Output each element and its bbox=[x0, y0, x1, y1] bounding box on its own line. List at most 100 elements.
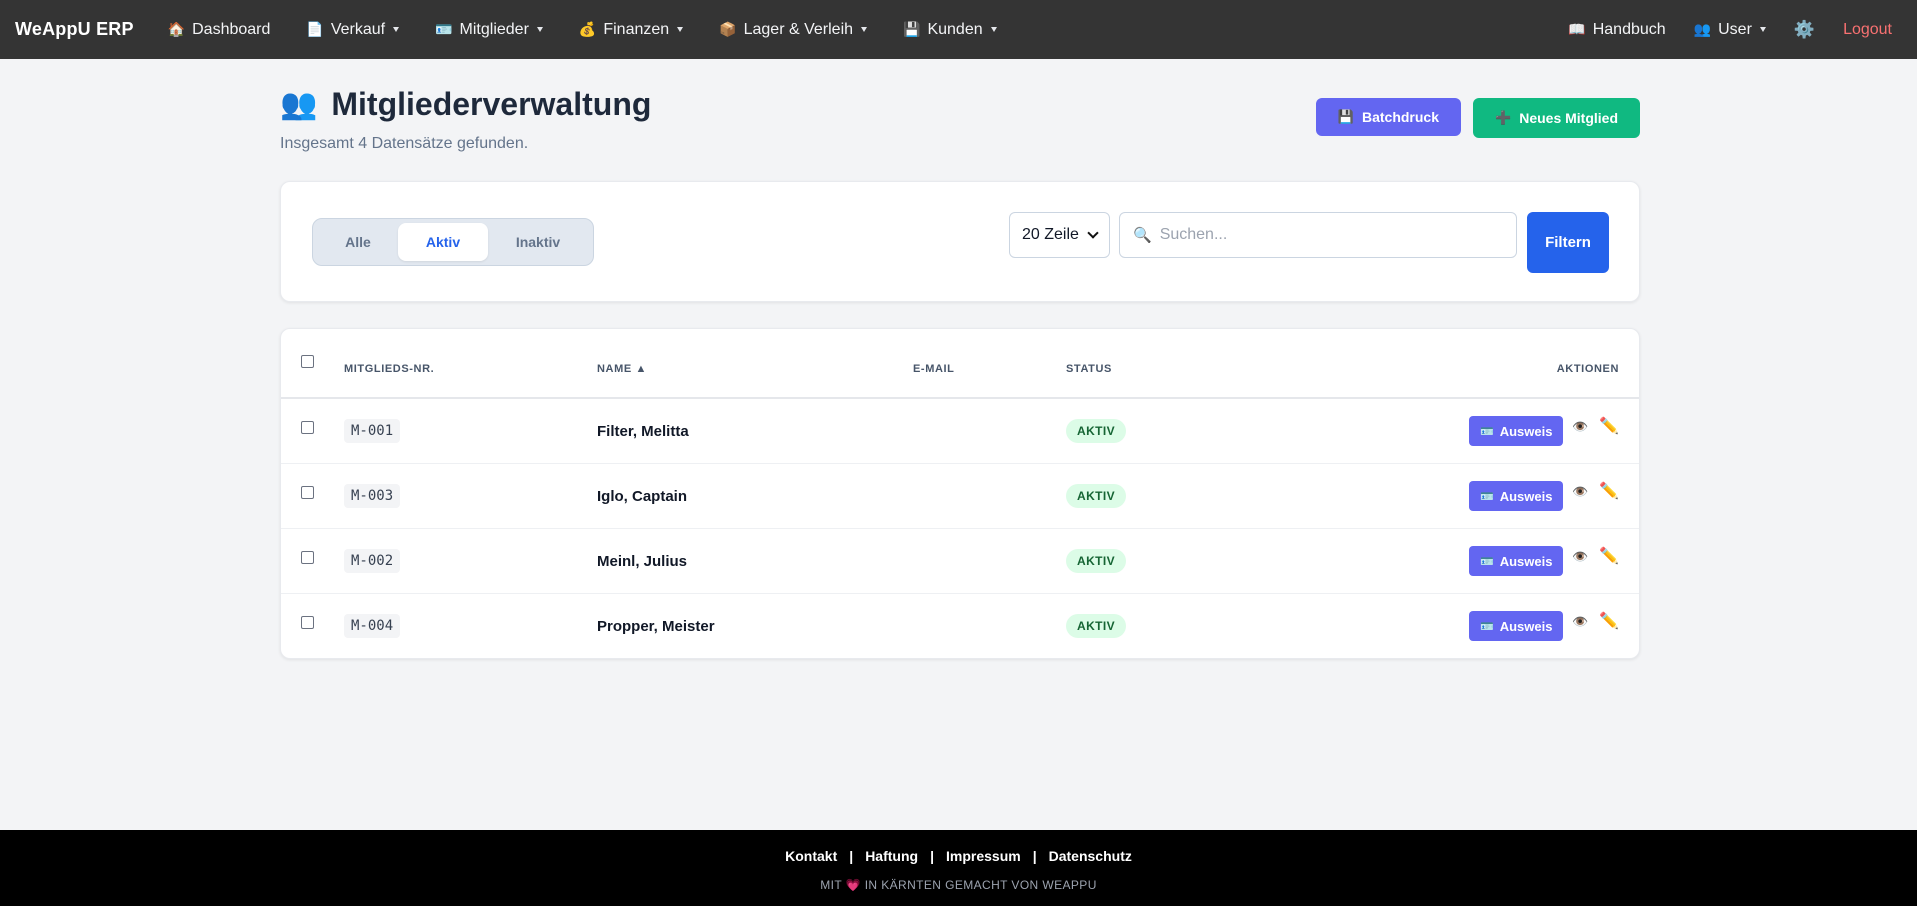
eye-icon[interactable]: 👁️ bbox=[1572, 484, 1588, 500]
id-card-icon: 🪪 bbox=[435, 21, 453, 37]
member-number: M-004 bbox=[344, 614, 401, 638]
caret-down-icon bbox=[536, 27, 543, 32]
nav-lager-verleih[interactable]: 📦 Lager & Verleih bbox=[719, 21, 868, 39]
filter-card: Alle Aktiv Inaktiv 20 Zeile 🔍 Filtern bbox=[280, 181, 1640, 302]
button-label: Neues Mitglied bbox=[1519, 110, 1618, 126]
id-card-button[interactable]: 🪪 Ausweis bbox=[1469, 416, 1564, 446]
table-row: M-004 Propper, Meister AKTIV 🪪 Ausweis 👁… bbox=[281, 594, 1639, 658]
button-label: Ausweis bbox=[1499, 488, 1553, 504]
tab-all[interactable]: Alle bbox=[318, 223, 398, 261]
page-header: 👥 Mitgliederverwaltung Insgesamt 4 Daten… bbox=[280, 86, 1640, 156]
eye-icon[interactable]: 👁️ bbox=[1572, 419, 1588, 435]
footer-link-liability[interactable]: Haftung bbox=[865, 848, 918, 864]
pencil-icon[interactable]: ✏️ bbox=[1599, 611, 1619, 631]
nav-label: Mitglieder bbox=[459, 20, 529, 38]
row-checkbox[interactable] bbox=[301, 616, 314, 629]
column-status[interactable]: STATUS bbox=[1066, 363, 1112, 375]
column-member-no[interactable]: MITGLIEDS-NR. bbox=[344, 363, 434, 375]
floppy-disk-icon: 💾 bbox=[903, 21, 921, 37]
id-card-icon: 🪪 bbox=[1480, 490, 1494, 503]
credit-prefix: MIT bbox=[820, 878, 842, 892]
row-checkbox[interactable] bbox=[301, 551, 314, 564]
eye-icon[interactable]: 👁️ bbox=[1572, 614, 1588, 630]
document-icon: 📄 bbox=[306, 21, 324, 37]
column-email[interactable]: E-MAIL bbox=[913, 363, 954, 375]
row-checkbox[interactable] bbox=[301, 421, 314, 434]
search-input[interactable] bbox=[1159, 226, 1500, 244]
nav-user[interactable]: 👥 User bbox=[1694, 21, 1766, 39]
brand-logo[interactable]: WeAppU ERP bbox=[15, 19, 134, 40]
new-member-button[interactable]: ➕ Neues Mitglied bbox=[1473, 98, 1640, 138]
rows-per-page-select[interactable]: 20 Zeile bbox=[1009, 212, 1110, 258]
floppy-disk-icon: 💾 bbox=[1337, 109, 1354, 124]
nav-kunden[interactable]: 💾 Kunden bbox=[903, 21, 997, 39]
table-header: MITGLIEDS-NR. NAME ▲ E-MAIL STATUS AKTIO… bbox=[281, 329, 1639, 399]
caret-down-icon bbox=[1759, 27, 1766, 32]
row-checkbox[interactable] bbox=[301, 486, 314, 499]
button-label: Ausweis bbox=[1499, 553, 1553, 569]
home-icon: 🏠 bbox=[167, 21, 186, 37]
nav-finanzen[interactable]: 💰 Finanzen bbox=[578, 20, 684, 39]
credit-suffix: IN KÄRNTEN GEMACHT VON WEAPPU bbox=[864, 878, 1097, 892]
status-badge: AKTIV bbox=[1066, 549, 1126, 573]
nav-mitglieder[interactable]: 🪪 Mitglieder bbox=[435, 21, 543, 39]
caret-down-icon bbox=[861, 27, 868, 32]
member-number: M-003 bbox=[344, 484, 401, 508]
pencil-icon[interactable]: ✏️ bbox=[1599, 546, 1619, 566]
id-card-button[interactable]: 🪪 Ausweis bbox=[1469, 546, 1564, 576]
logout-link[interactable]: Logout bbox=[1843, 21, 1892, 39]
nav-dashboard[interactable]: 🏠 Dashboard bbox=[168, 21, 271, 39]
rows-per-page-value: 20 Zeile bbox=[1022, 226, 1079, 243]
footer-link-privacy[interactable]: Datenschutz bbox=[1049, 848, 1132, 864]
header-actions: 💾 Batchdruck ➕ Neues Mitglied bbox=[1315, 98, 1640, 138]
nav-verkauf[interactable]: 📄 Verkauf bbox=[306, 21, 400, 39]
footer-links: Kontakt | Haftung | Impressum | Datensch… bbox=[0, 848, 1917, 864]
footer-link-contact[interactable]: Kontakt bbox=[785, 848, 837, 864]
nav-label: Kunden bbox=[927, 20, 983, 38]
members-table: MITGLIEDS-NR. NAME ▲ E-MAIL STATUS AKTIO… bbox=[280, 328, 1640, 659]
nav-label: Handbuch bbox=[1592, 20, 1666, 38]
column-actions: AKTIONEN bbox=[1556, 363, 1619, 375]
button-label: Ausweis bbox=[1499, 618, 1553, 634]
eye-icon[interactable]: 👁️ bbox=[1572, 549, 1588, 565]
table-row: M-003 Iglo, Captain AKTIV 🪪 Ausweis 👁️ ✏… bbox=[281, 464, 1639, 529]
id-card-icon: 🪪 bbox=[1480, 555, 1494, 568]
footer-credit: MIT 💗 IN KÄRNTEN GEMACHT VON WEAPPU bbox=[0, 878, 1917, 892]
id-card-button[interactable]: 🪪 Ausweis bbox=[1469, 481, 1564, 511]
filter-button[interactable]: Filtern bbox=[1527, 212, 1609, 273]
nav-label: Finanzen bbox=[603, 20, 670, 38]
pencil-icon[interactable]: ✏️ bbox=[1599, 481, 1619, 501]
gear-icon[interactable]: ⚙️ bbox=[1794, 20, 1815, 40]
table-row: M-001 Filter, Melitta AKTIV 🪪 Ausweis 👁️… bbox=[281, 399, 1639, 464]
table-row: M-002 Meinl, Julius AKTIV 🪪 Ausweis 👁️ ✏… bbox=[281, 529, 1639, 594]
heart-icon: 💗 bbox=[845, 878, 861, 892]
users-icon: 👥 bbox=[1693, 21, 1712, 37]
button-label: Ausweis bbox=[1499, 423, 1553, 439]
plus-icon: ➕ bbox=[1495, 110, 1512, 125]
nav-handbuch[interactable]: 📖 Handbuch bbox=[1568, 21, 1665, 39]
caret-down-icon bbox=[393, 27, 400, 32]
book-icon: 📖 bbox=[1568, 21, 1586, 37]
member-number: M-002 bbox=[344, 549, 401, 573]
money-bag-icon: 💰 bbox=[578, 21, 597, 37]
tab-inactive[interactable]: Inaktiv bbox=[488, 223, 588, 261]
id-card-icon: 🪪 bbox=[1480, 425, 1494, 438]
column-name[interactable]: NAME ▲ bbox=[597, 363, 647, 375]
button-label: Batchdruck bbox=[1361, 109, 1440, 125]
member-name: Meinl, Julius bbox=[597, 553, 688, 570]
main-nav: 🏠 Dashboard 📄 Verkauf 🪪 Mitglieder 💰 Fin… bbox=[168, 21, 1033, 39]
member-number: M-001 bbox=[344, 419, 401, 443]
status-badge: AKTIV bbox=[1066, 484, 1126, 508]
tab-active[interactable]: Aktiv bbox=[398, 223, 488, 261]
search-box: 🔍 bbox=[1119, 212, 1517, 258]
member-name: Filter, Melitta bbox=[597, 423, 689, 440]
batch-print-button[interactable]: 💾 Batchdruck bbox=[1315, 98, 1462, 136]
footer-link-imprint[interactable]: Impressum bbox=[946, 848, 1021, 864]
select-all-checkbox[interactable] bbox=[301, 355, 314, 368]
id-card-button[interactable]: 🪪 Ausweis bbox=[1469, 611, 1564, 641]
caret-down-icon bbox=[677, 27, 684, 32]
pencil-icon[interactable]: ✏️ bbox=[1599, 416, 1619, 436]
search-icon: 🔍 bbox=[1133, 227, 1152, 244]
nav-label: Dashboard bbox=[192, 20, 271, 38]
footer: Kontakt | Haftung | Impressum | Datensch… bbox=[0, 830, 1917, 906]
